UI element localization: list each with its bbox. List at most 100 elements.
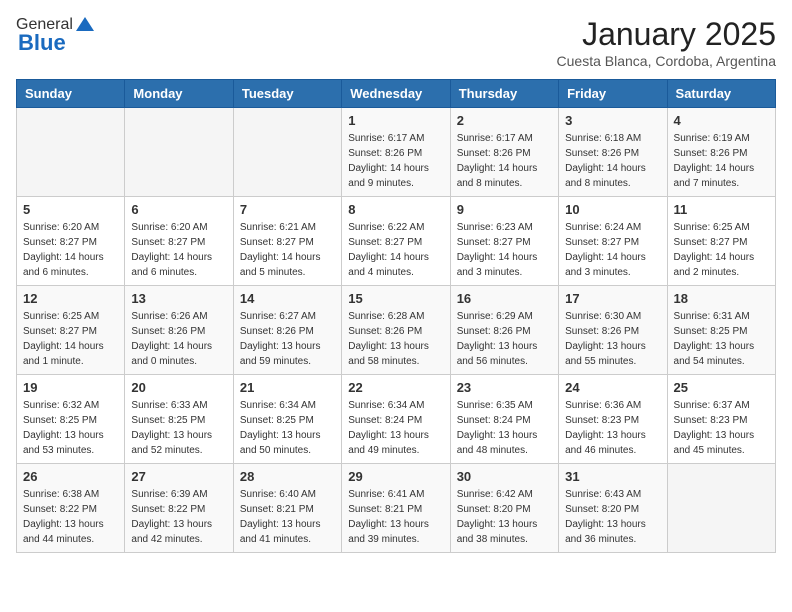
day-number: 18	[674, 291, 769, 306]
day-info: Sunrise: 6:24 AMSunset: 8:27 PMDaylight:…	[565, 220, 660, 280]
day-info: Sunrise: 6:37 AMSunset: 8:23 PMDaylight:…	[674, 398, 769, 458]
day-info: Sunrise: 6:20 AMSunset: 8:27 PMDaylight:…	[23, 220, 118, 280]
day-info: Sunrise: 6:43 AMSunset: 8:20 PMDaylight:…	[565, 487, 660, 547]
calendar-cell: 7 Sunrise: 6:21 AMSunset: 8:27 PMDaylight…	[233, 197, 341, 286]
day-info: Sunrise: 6:35 AMSunset: 8:24 PMDaylight:…	[457, 398, 552, 458]
calendar-cell: 13 Sunrise: 6:26 AMSunset: 8:26 PMDayligh…	[125, 286, 233, 375]
calendar-week-row: 26Sunrise: 6:38 AMSunset: 8:22 PMDayligh…	[17, 464, 776, 553]
calendar-cell: 26Sunrise: 6:38 AMSunset: 8:22 PMDayligh…	[17, 464, 125, 553]
calendar-cell: 16Sunrise: 6:29 AMSunset: 8:26 PMDayligh…	[450, 286, 558, 375]
day-number: 27	[131, 469, 226, 484]
day-number: 8	[348, 202, 443, 217]
calendar-cell: 8 Sunrise: 6:22 AMSunset: 8:27 PMDaylight…	[342, 197, 450, 286]
calendar-cell	[667, 464, 775, 553]
location-title: Cuesta Blanca, Cordoba, Argentina	[557, 53, 776, 69]
day-number: 7	[240, 202, 335, 217]
header-sunday: Sunday	[17, 80, 125, 108]
day-number: 22	[348, 380, 443, 395]
day-info: Sunrise: 6:34 AMSunset: 8:25 PMDaylight:…	[240, 398, 335, 458]
day-info: Sunrise: 6:34 AMSunset: 8:24 PMDaylight:…	[348, 398, 443, 458]
calendar-cell: 23 Sunrise: 6:35 AMSunset: 8:24 PMDayligh…	[450, 375, 558, 464]
calendar-cell: 9Sunrise: 6:23 AMSunset: 8:27 PMDaylight…	[450, 197, 558, 286]
day-info: Sunrise: 6:30 AMSunset: 8:26 PMDaylight:…	[565, 309, 660, 369]
calendar-cell	[125, 108, 233, 197]
day-number: 20	[131, 380, 226, 395]
calendar-week-row: 19 Sunrise: 6:32 AMSunset: 8:25 PMDayligh…	[17, 375, 776, 464]
logo-icon	[76, 17, 94, 31]
day-number: 16	[457, 291, 552, 306]
calendar-cell	[233, 108, 341, 197]
calendar-cell: 29 Sunrise: 6:41 AMSunset: 8:21 PMDayligh…	[342, 464, 450, 553]
month-title: January 2025	[557, 16, 776, 53]
calendar-cell: 20 Sunrise: 6:33 AMSunset: 8:25 PMDayligh…	[125, 375, 233, 464]
day-info: Sunrise: 6:33 AMSunset: 8:25 PMDaylight:…	[131, 398, 226, 458]
calendar-cell: 10 Sunrise: 6:24 AMSunset: 8:27 PMDayligh…	[559, 197, 667, 286]
day-info: Sunrise: 6:20 AMSunset: 8:27 PMDaylight:…	[131, 220, 226, 280]
day-number: 2	[457, 113, 552, 128]
header-wednesday: Wednesday	[342, 80, 450, 108]
day-info: Sunrise: 6:26 AMSunset: 8:26 PMDaylight:…	[131, 309, 226, 369]
day-number: 5	[23, 202, 118, 217]
day-info: Sunrise: 6:32 AMSunset: 8:25 PMDaylight:…	[23, 398, 118, 458]
header-saturday: Saturday	[667, 80, 775, 108]
calendar-cell: 24 Sunrise: 6:36 AMSunset: 8:23 PMDayligh…	[559, 375, 667, 464]
day-number: 23	[457, 380, 552, 395]
day-info: Sunrise: 6:40 AMSunset: 8:21 PMDaylight:…	[240, 487, 335, 547]
calendar-cell: 22 Sunrise: 6:34 AMSunset: 8:24 PMDayligh…	[342, 375, 450, 464]
calendar-cell: 5 Sunrise: 6:20 AMSunset: 8:27 PMDaylight…	[17, 197, 125, 286]
calendar-cell: 2 Sunrise: 6:17 AMSunset: 8:26 PMDaylight…	[450, 108, 558, 197]
calendar-cell: 18 Sunrise: 6:31 AMSunset: 8:25 PMDayligh…	[667, 286, 775, 375]
day-info: Sunrise: 6:19 AMSunset: 8:26 PMDaylight:…	[674, 131, 769, 191]
day-number: 28	[240, 469, 335, 484]
day-number: 9	[457, 202, 552, 217]
header-tuesday: Tuesday	[233, 80, 341, 108]
title-block: January 2025 Cuesta Blanca, Cordoba, Arg…	[557, 16, 776, 69]
calendar-cell: 28 Sunrise: 6:40 AMSunset: 8:21 PMDayligh…	[233, 464, 341, 553]
day-number: 13	[131, 291, 226, 306]
day-number: 1	[348, 113, 443, 128]
day-number: 19	[23, 380, 118, 395]
day-info: Sunrise: 6:17 AMSunset: 8:26 PMDaylight:…	[348, 131, 443, 191]
calendar-cell: 14Sunrise: 6:27 AMSunset: 8:26 PMDayligh…	[233, 286, 341, 375]
calendar-table: SundayMondayTuesdayWednesdayThursdayFrid…	[16, 79, 776, 553]
day-number: 29	[348, 469, 443, 484]
calendar-cell	[17, 108, 125, 197]
day-info: Sunrise: 6:18 AMSunset: 8:26 PMDaylight:…	[565, 131, 660, 191]
logo-blue-text: Blue	[18, 30, 66, 56]
day-number: 10	[565, 202, 660, 217]
day-info: Sunrise: 6:17 AMSunset: 8:26 PMDaylight:…	[457, 131, 552, 191]
day-number: 17	[565, 291, 660, 306]
day-number: 4	[674, 113, 769, 128]
day-number: 6	[131, 202, 226, 217]
day-info: Sunrise: 6:41 AMSunset: 8:21 PMDaylight:…	[348, 487, 443, 547]
day-info: Sunrise: 6:42 AMSunset: 8:20 PMDaylight:…	[457, 487, 552, 547]
calendar-cell: 30 Sunrise: 6:42 AMSunset: 8:20 PMDayligh…	[450, 464, 558, 553]
day-number: 21	[240, 380, 335, 395]
day-number: 30	[457, 469, 552, 484]
day-info: Sunrise: 6:31 AMSunset: 8:25 PMDaylight:…	[674, 309, 769, 369]
logo: General Blue	[16, 16, 94, 56]
calendar-cell: 31Sunrise: 6:43 AMSunset: 8:20 PMDayligh…	[559, 464, 667, 553]
day-number: 26	[23, 469, 118, 484]
day-number: 11	[674, 202, 769, 217]
calendar-cell: 17 Sunrise: 6:30 AMSunset: 8:26 PMDayligh…	[559, 286, 667, 375]
header-friday: Friday	[559, 80, 667, 108]
calendar-cell: 6 Sunrise: 6:20 AMSunset: 8:27 PMDaylight…	[125, 197, 233, 286]
day-number: 24	[565, 380, 660, 395]
day-info: Sunrise: 6:39 AMSunset: 8:22 PMDaylight:…	[131, 487, 226, 547]
header-thursday: Thursday	[450, 80, 558, 108]
day-info: Sunrise: 6:21 AMSunset: 8:27 PMDaylight:…	[240, 220, 335, 280]
calendar-cell: 15Sunrise: 6:28 AMSunset: 8:26 PMDayligh…	[342, 286, 450, 375]
calendar-header-row: SundayMondayTuesdayWednesdayThursdayFrid…	[17, 80, 776, 108]
page-header: General Blue January 2025 Cuesta Blanca,…	[16, 16, 776, 69]
day-number: 12	[23, 291, 118, 306]
day-number: 25	[674, 380, 769, 395]
day-info: Sunrise: 6:25 AMSunset: 8:27 PMDaylight:…	[23, 309, 118, 369]
day-info: Sunrise: 6:28 AMSunset: 8:26 PMDaylight:…	[348, 309, 443, 369]
calendar-cell: 3Sunrise: 6:18 AMSunset: 8:26 PMDaylight…	[559, 108, 667, 197]
day-info: Sunrise: 6:22 AMSunset: 8:27 PMDaylight:…	[348, 220, 443, 280]
calendar-cell: 12 Sunrise: 6:25 AMSunset: 8:27 PMDayligh…	[17, 286, 125, 375]
header-monday: Monday	[125, 80, 233, 108]
calendar-week-row: 5 Sunrise: 6:20 AMSunset: 8:27 PMDaylight…	[17, 197, 776, 286]
day-info: Sunrise: 6:36 AMSunset: 8:23 PMDaylight:…	[565, 398, 660, 458]
